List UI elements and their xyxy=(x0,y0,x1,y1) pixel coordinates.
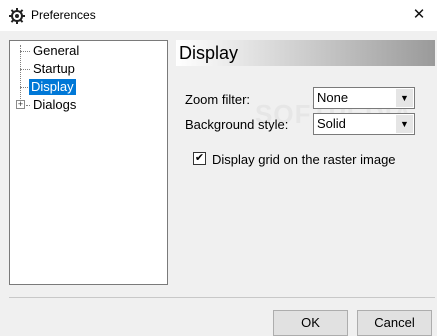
tree-item-startup[interactable]: Startup xyxy=(31,61,77,77)
tree-item-label: General xyxy=(33,43,80,58)
grid-checkbox[interactable]: ✔ xyxy=(193,152,206,165)
panel-title: Display xyxy=(179,43,239,63)
tree-connector xyxy=(26,105,30,106)
tree-item-dialogs[interactable]: Dialogs xyxy=(31,97,78,113)
tree-item-general[interactable]: General xyxy=(31,43,81,59)
close-button[interactable]: ✕ xyxy=(406,4,432,26)
close-icon: ✕ xyxy=(412,6,426,23)
tree-item-label: Startup xyxy=(33,61,75,76)
title-bar: Preferences ✕ xyxy=(0,0,437,31)
background-style-label: Background style: xyxy=(185,117,289,132)
cancel-button-label: Cancel xyxy=(374,315,415,330)
cancel-button[interactable]: Cancel xyxy=(357,310,432,336)
ok-button-label: OK xyxy=(301,315,320,330)
gear-icon xyxy=(9,8,25,24)
tree-item-label: Dialogs xyxy=(33,97,77,112)
chevron-down-icon[interactable]: ▼ xyxy=(396,115,413,133)
divider xyxy=(9,297,435,298)
tree-connector xyxy=(20,69,30,70)
tree-connector xyxy=(20,45,21,105)
window-title: Preferences xyxy=(31,8,96,22)
zoom-filter-value: None xyxy=(317,90,349,105)
tree-connector xyxy=(20,51,30,52)
tree-item-display[interactable]: Display xyxy=(29,79,76,95)
zoom-filter-label: Zoom filter: xyxy=(185,92,251,107)
zoom-filter-select[interactable]: None ▼ xyxy=(313,87,415,109)
check-icon: ✔ xyxy=(194,152,205,164)
chevron-down-icon[interactable]: ▼ xyxy=(396,89,413,107)
ok-button[interactable]: OK xyxy=(273,310,348,336)
expand-icon[interactable]: + xyxy=(16,100,25,109)
background-style-value: Solid xyxy=(317,116,346,131)
background-style-select[interactable]: Solid ▼ xyxy=(313,113,415,135)
tree-item-label: Display xyxy=(31,79,74,94)
panel-header: Display xyxy=(176,40,435,66)
plus-glyph: + xyxy=(17,99,24,109)
category-tree[interactable]: General Startup Display + Dialogs xyxy=(9,40,168,285)
grid-checkbox-label[interactable]: Display grid on the raster image xyxy=(212,152,396,167)
